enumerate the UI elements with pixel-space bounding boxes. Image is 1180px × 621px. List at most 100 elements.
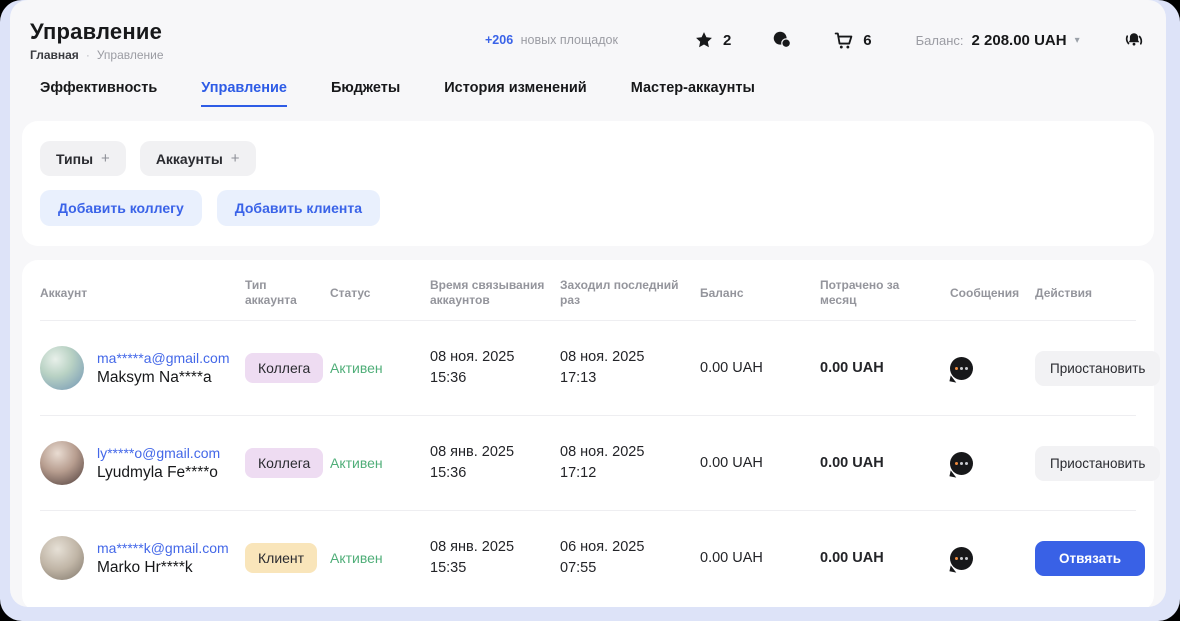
linked-time-cell: 08 ноя. 2025 15:36 bbox=[430, 347, 560, 389]
tab-master-accounts[interactable]: Мастер-аккаунты bbox=[631, 80, 755, 107]
favorites-count: 2 bbox=[723, 32, 731, 49]
last-seen-cell: 08 ноя. 2025 17:13 bbox=[560, 347, 700, 389]
column-header-last-seen: Заходил последний раз bbox=[560, 278, 700, 308]
column-header-account: Аккаунт bbox=[40, 286, 245, 301]
column-header-messages: Сообщения bbox=[950, 286, 1035, 301]
last-seen-time: 17:13 bbox=[560, 368, 700, 389]
last-seen-time: 07:55 bbox=[560, 558, 700, 579]
accounts-table-card: Аккаунт Тип аккаунта Статус Время связыв… bbox=[22, 260, 1154, 607]
table-row: ma*****k@gmail.com Marko Hr****k Клиент … bbox=[40, 510, 1136, 605]
cart-metric[interactable]: 6 bbox=[833, 30, 871, 51]
cart-count: 6 bbox=[863, 32, 871, 49]
messages-cell bbox=[950, 547, 1035, 570]
account-cell: ma*****a@gmail.com Maksym Na****a bbox=[40, 346, 245, 390]
tab-management[interactable]: Управление bbox=[201, 80, 287, 107]
type-badge: Коллега bbox=[245, 353, 323, 383]
status-badge: Активен bbox=[330, 455, 430, 471]
section-tabs: Эффективность Управление Бюджеты История… bbox=[10, 70, 1166, 107]
status-badge: Активен bbox=[330, 360, 430, 376]
account-text: ma*****a@gmail.com Maksym Na****a bbox=[97, 350, 229, 387]
linked-time-cell: 08 янв. 2025 15:36 bbox=[430, 442, 560, 484]
last-seen-cell: 06 ноя. 2025 07:55 bbox=[560, 537, 700, 579]
chevron-down-icon: ▾ bbox=[1075, 35, 1080, 46]
spent-cell: 0.00 UAH bbox=[820, 550, 950, 566]
account-type-cell: Коллега bbox=[245, 448, 330, 478]
status-badge: Активен bbox=[330, 550, 430, 566]
account-email-link[interactable]: ma*****k@gmail.com bbox=[97, 540, 229, 556]
linked-time: 15:35 bbox=[430, 558, 560, 579]
account-cell: ma*****k@gmail.com Marko Hr****k bbox=[40, 536, 245, 580]
balance-cell: 0.00 UAH bbox=[700, 455, 820, 471]
breadcrumb: Главная · Управление bbox=[30, 48, 320, 62]
types-filter-button[interactable]: Типы + bbox=[40, 141, 126, 176]
add-client-button[interactable]: Добавить клиента bbox=[217, 190, 380, 226]
last-seen-cell: 08 ноя. 2025 17:12 bbox=[560, 442, 700, 484]
new-sites-label: новых площадок bbox=[521, 33, 618, 47]
account-text: ma*****k@gmail.com Marko Hr****k bbox=[97, 540, 229, 577]
bell-icon bbox=[1122, 28, 1146, 52]
add-buttons-row: Добавить коллегу Добавить клиента bbox=[40, 190, 1136, 226]
accounts-filter-label: Аккаунты bbox=[156, 151, 223, 167]
avatar bbox=[40, 536, 84, 580]
column-header-spent: Потрачено за месяц bbox=[820, 278, 950, 308]
new-sites-count: +206 bbox=[485, 33, 513, 47]
account-name: Maksym Na****a bbox=[97, 369, 229, 387]
balance-value: 2 208.00 UAH bbox=[972, 32, 1067, 49]
tab-budgets[interactable]: Бюджеты bbox=[331, 80, 400, 107]
account-cell: ly*****o@gmail.com Lyudmyla Fe****o bbox=[40, 441, 245, 485]
balance-dropdown[interactable]: Баланс: 2 208.00 UAH ▾ bbox=[916, 32, 1080, 49]
messages-cell bbox=[950, 452, 1035, 475]
app-window: Управление Главная · Управление +206 нов… bbox=[0, 0, 1180, 621]
last-seen-date: 06 ноя. 2025 bbox=[560, 537, 700, 558]
account-type-cell: Коллега bbox=[245, 353, 330, 383]
account-email-link[interactable]: ly*****o@gmail.com bbox=[97, 445, 220, 461]
filters-card: Типы + Аккаунты + Добавить коллегу Добав… bbox=[22, 121, 1154, 246]
tab-effectiveness[interactable]: Эффективность bbox=[40, 80, 157, 107]
chat-bubble-icon[interactable] bbox=[950, 547, 973, 570]
title-block: Управление Главная · Управление bbox=[30, 19, 320, 62]
favorites-metric[interactable]: 2 bbox=[694, 30, 731, 50]
last-seen-time: 17:12 bbox=[560, 463, 700, 484]
suspend-button[interactable]: Приостановить bbox=[1035, 351, 1160, 386]
linked-date: 08 янв. 2025 bbox=[430, 442, 560, 463]
account-name: Lyudmyla Fe****o bbox=[97, 464, 220, 482]
new-sites-notice[interactable]: +206 новых площадок bbox=[485, 33, 618, 47]
column-header-status: Статус bbox=[330, 286, 430, 301]
plus-icon: + bbox=[231, 150, 240, 167]
tab-change-history[interactable]: История изменений bbox=[444, 80, 586, 107]
app-header: Управление Главная · Управление +206 нов… bbox=[10, 0, 1166, 70]
breadcrumb-current: Управление bbox=[97, 48, 164, 62]
unlink-button[interactable]: Отвязать bbox=[1035, 541, 1145, 576]
account-name: Marko Hr****k bbox=[97, 559, 229, 577]
types-filter-label: Типы bbox=[56, 151, 93, 167]
breadcrumb-separator: · bbox=[86, 48, 90, 62]
avatar bbox=[40, 441, 84, 485]
notifications-button[interactable] bbox=[1122, 28, 1146, 52]
app-surface: Управление Главная · Управление +206 нов… bbox=[10, 0, 1166, 607]
balance-cell: 0.00 UAH bbox=[700, 360, 820, 376]
spent-cell: 0.00 UAH bbox=[820, 360, 950, 376]
cart-icon bbox=[833, 30, 854, 51]
account-type-cell: Клиент bbox=[245, 543, 330, 573]
account-text: ly*****o@gmail.com Lyudmyla Fe****o bbox=[97, 445, 220, 482]
add-colleague-button[interactable]: Добавить коллегу bbox=[40, 190, 202, 226]
actions-cell: Отвязать bbox=[1035, 541, 1145, 576]
table-header-row: Аккаунт Тип аккаунта Статус Время связыв… bbox=[40, 260, 1136, 320]
balance-label: Баланс: bbox=[916, 33, 964, 48]
linked-time: 15:36 bbox=[430, 463, 560, 484]
breadcrumb-home[interactable]: Главная bbox=[30, 48, 79, 62]
accounts-filter-button[interactable]: Аккаунты + bbox=[140, 141, 256, 176]
account-email-link[interactable]: ma*****a@gmail.com bbox=[97, 350, 229, 366]
suspend-button[interactable]: Приостановить bbox=[1035, 446, 1160, 481]
chat-bubble-icon[interactable] bbox=[950, 357, 973, 380]
page-title: Управление bbox=[30, 19, 320, 45]
column-header-account-type: Тип аккаунта bbox=[245, 278, 330, 308]
column-header-balance: Баланс bbox=[700, 286, 820, 301]
last-seen-date: 08 ноя. 2025 bbox=[560, 442, 700, 463]
support-chat-button[interactable] bbox=[771, 29, 793, 51]
actions-cell: Приостановить bbox=[1035, 351, 1160, 386]
column-header-linked-time: Время связывания аккаунтов bbox=[430, 278, 560, 308]
last-seen-date: 08 ноя. 2025 bbox=[560, 347, 700, 368]
chat-bubble-icon[interactable] bbox=[950, 452, 973, 475]
linked-time-cell: 08 янв. 2025 15:35 bbox=[430, 537, 560, 579]
